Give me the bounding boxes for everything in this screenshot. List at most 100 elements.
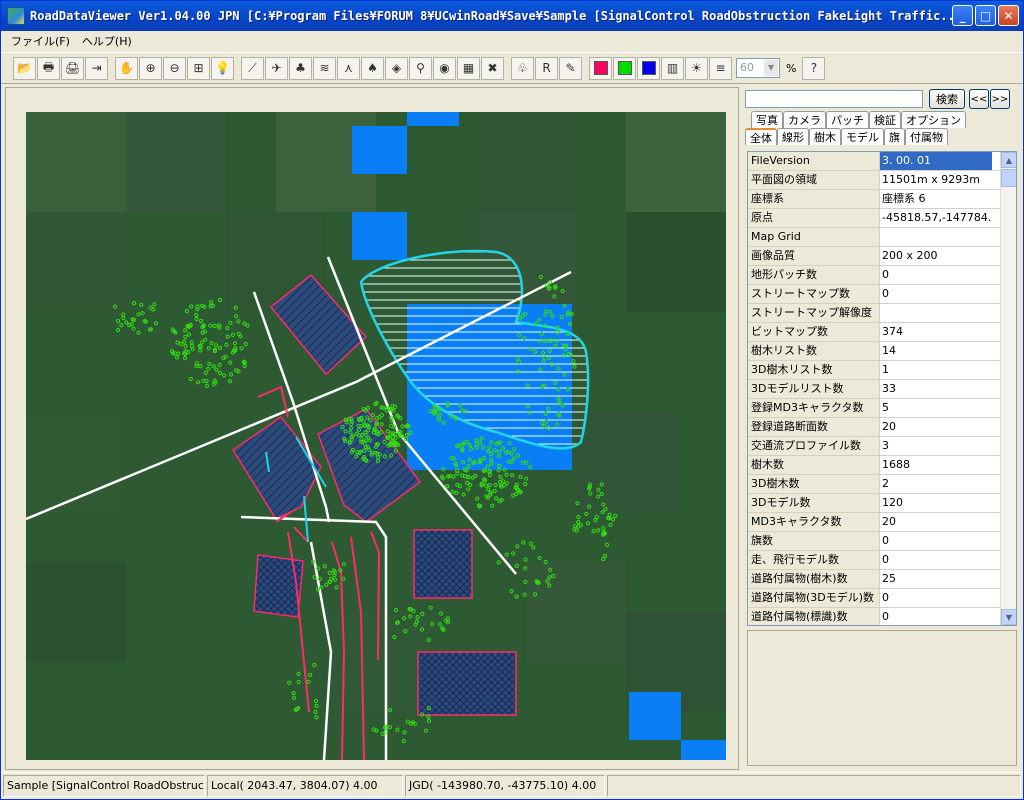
- property-row[interactable]: ストリートマップ数 0: [748, 285, 1016, 304]
- property-row[interactable]: 道路付属物(標識)数 0: [748, 608, 1016, 625]
- property-row[interactable]: 3D樹木数 2: [748, 475, 1016, 494]
- maximize-button[interactable]: □: [975, 5, 996, 26]
- property-row[interactable]: 平面図の領域 11501m x 9293m: [748, 171, 1016, 190]
- search-button[interactable]: 検索: [929, 89, 965, 109]
- print-icon[interactable]: 🖶: [37, 56, 60, 80]
- property-value[interactable]: 0: [880, 266, 992, 284]
- property-row[interactable]: Map Grid: [748, 228, 1016, 247]
- tab-bottom-3[interactable]: モデル: [841, 128, 884, 145]
- next-button[interactable]: >>: [990, 89, 1010, 109]
- property-row[interactable]: 登録MD3キャラクタ数 5: [748, 399, 1016, 418]
- record-icon[interactable]: ◉: [433, 56, 456, 80]
- property-row[interactable]: 旗数 0: [748, 532, 1016, 551]
- tab-top-4[interactable]: オプション: [901, 111, 966, 128]
- map-canvas[interactable]: [26, 112, 726, 760]
- property-value[interactable]: [880, 304, 992, 322]
- tab-bottom-1[interactable]: 線形: [777, 128, 809, 145]
- property-value[interactable]: 14: [880, 342, 992, 360]
- property-value[interactable]: 1688: [880, 456, 992, 474]
- scroll-up-icon[interactable]: ▲: [1001, 152, 1016, 168]
- water-icon[interactable]: ≋: [313, 56, 336, 80]
- property-value[interactable]: 33: [880, 380, 992, 398]
- zoom-fit-icon[interactable]: ⊞: [187, 56, 210, 80]
- trees-icon[interactable]: ♣: [289, 56, 312, 80]
- signal-icon[interactable]: R: [535, 56, 558, 80]
- property-row[interactable]: 3D樹木リスト数 1: [748, 361, 1016, 380]
- pan-hand-icon[interactable]: ✋: [115, 56, 138, 80]
- zoom-out-icon[interactable]: ⊖: [163, 56, 186, 80]
- model-icon[interactable]: ◈: [385, 56, 408, 80]
- tree-icon[interactable]: ♠: [361, 56, 384, 80]
- property-value[interactable]: 1: [880, 361, 992, 379]
- property-value[interactable]: 0: [880, 532, 992, 550]
- property-row[interactable]: 地形パッチ数 0: [748, 266, 1016, 285]
- bulb-icon[interactable]: 💡: [211, 56, 234, 80]
- property-value[interactable]: 374: [880, 323, 992, 341]
- property-row[interactable]: 座標系 座標系 6: [748, 190, 1016, 209]
- property-row[interactable]: 道路付属物(3Dモデル)数 0: [748, 589, 1016, 608]
- property-value[interactable]: 120: [880, 494, 992, 512]
- tab-top-1[interactable]: カメラ: [783, 111, 826, 128]
- property-row[interactable]: FileVersion 3. 00. 01: [748, 152, 1016, 171]
- property-value[interactable]: 0: [880, 589, 992, 607]
- layers-icon[interactable]: ≡: [709, 56, 732, 80]
- sun-icon[interactable]: ☀: [685, 56, 708, 80]
- property-value[interactable]: 20: [880, 513, 992, 531]
- color-green-swatch[interactable]: [613, 56, 636, 80]
- close-button[interactable]: ✕: [998, 5, 1019, 26]
- search-input[interactable]: [745, 90, 923, 108]
- property-value[interactable]: 200 x 200: [880, 247, 992, 265]
- property-row[interactable]: 3Dモデル数 120: [748, 494, 1016, 513]
- property-row[interactable]: 原点-45818.57,-147784.77: [748, 209, 1016, 228]
- branch-icon[interactable]: ⋏: [337, 56, 360, 80]
- property-row[interactable]: 道路付属物(樹木)数 25: [748, 570, 1016, 589]
- scroll-thumb[interactable]: [1001, 169, 1016, 187]
- title-bar[interactable]: RoadDataViewer Ver1.04.00 JPN [C:¥Progra…: [1, 1, 1023, 31]
- color-blue-swatch[interactable]: [637, 56, 660, 80]
- property-value[interactable]: 0: [880, 608, 992, 625]
- color-red-swatch[interactable]: [589, 56, 612, 80]
- map-view[interactable]: [5, 87, 739, 770]
- tab-bottom-5[interactable]: 付属物: [905, 128, 948, 145]
- property-value[interactable]: [880, 228, 992, 246]
- person-icon[interactable]: ⚲: [409, 56, 432, 80]
- open-icon[interactable]: 📂: [13, 56, 36, 80]
- tab-top-3[interactable]: 検証: [869, 111, 901, 128]
- prev-button[interactable]: <<: [969, 89, 989, 109]
- globe-tree-icon[interactable]: ♧: [511, 56, 534, 80]
- tab-top-0[interactable]: 写真: [751, 111, 783, 128]
- property-value[interactable]: 20: [880, 418, 992, 436]
- menu-help[interactable]: ヘルプ(H): [76, 31, 138, 51]
- tab-bottom-0[interactable]: 全体: [745, 128, 777, 145]
- property-row[interactable]: ストリートマップ解像度: [748, 304, 1016, 323]
- help-icon[interactable]: ?: [802, 56, 826, 80]
- property-value[interactable]: 2: [880, 475, 992, 493]
- property-value[interactable]: 5: [880, 399, 992, 417]
- property-row[interactable]: 登録道路断面数 20: [748, 418, 1016, 437]
- property-row[interactable]: ビットマップ数 374: [748, 323, 1016, 342]
- tab-top-2[interactable]: パッチ: [826, 111, 869, 128]
- airplane-icon[interactable]: ✈: [265, 56, 288, 80]
- minimize-button[interactable]: _: [952, 5, 973, 26]
- crossing-icon[interactable]: ✖: [481, 56, 504, 80]
- export-icon[interactable]: ⇥: [85, 56, 108, 80]
- tab-bottom-2[interactable]: 樹木: [809, 128, 841, 145]
- property-row[interactable]: MD3キャラクタ数 20: [748, 513, 1016, 532]
- property-value[interactable]: -45818.57,-147784.77: [880, 209, 992, 227]
- zoom-in-icon[interactable]: ⊕: [139, 56, 162, 80]
- property-row[interactable]: 3Dモデルリスト数 33: [748, 380, 1016, 399]
- property-value[interactable]: 座標系 6: [880, 190, 992, 208]
- property-value[interactable]: 25: [880, 570, 992, 588]
- property-value[interactable]: 0: [880, 285, 992, 303]
- property-scrollbar[interactable]: ▲ ▼: [1000, 152, 1016, 625]
- rgb-bars-icon[interactable]: ▥: [661, 56, 684, 80]
- property-row[interactable]: 樹木数 1688: [748, 456, 1016, 475]
- property-row[interactable]: 画像品質 200 x 200: [748, 247, 1016, 266]
- property-value[interactable]: 11501m x 9293m: [880, 171, 992, 189]
- zoom-select[interactable]: 60: [736, 58, 780, 78]
- scroll-down-icon[interactable]: ▼: [1001, 609, 1016, 625]
- property-value[interactable]: 3: [880, 437, 992, 455]
- property-row[interactable]: 交通流プロファイル数 3: [748, 437, 1016, 456]
- property-row[interactable]: 走、飛行モデル数 0: [748, 551, 1016, 570]
- road-line-icon[interactable]: ⟋: [241, 56, 264, 80]
